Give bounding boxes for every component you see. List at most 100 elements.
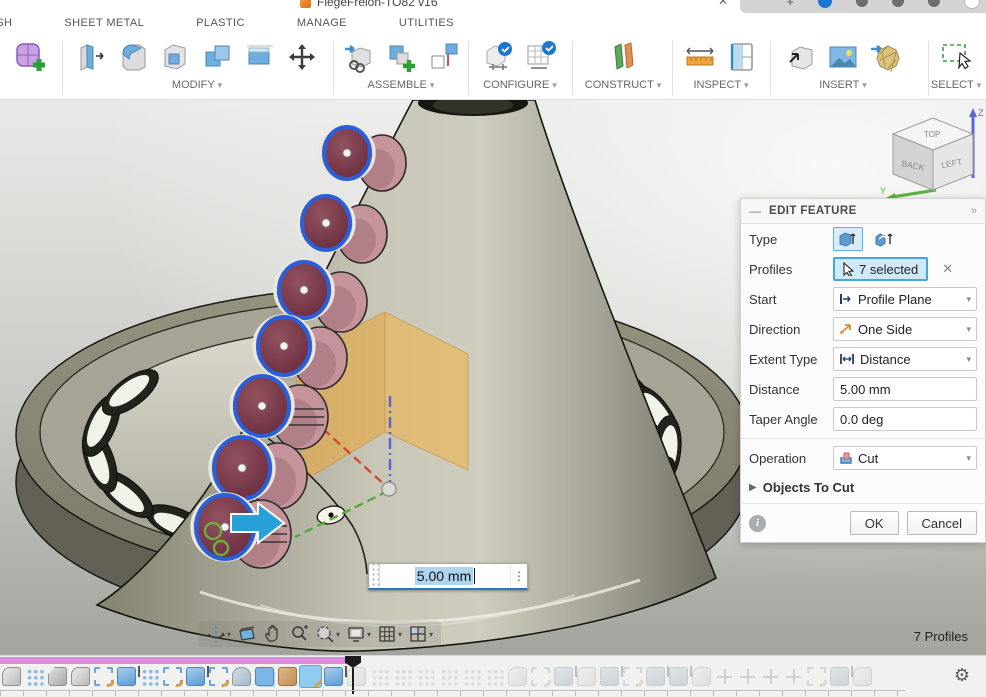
timeline-playhead[interactable] bbox=[345, 656, 361, 694]
new-tab-icon[interactable]: + bbox=[786, 0, 794, 9]
manipulator-drag-handle[interactable] bbox=[369, 564, 380, 588]
section-analysis-button[interactable] bbox=[723, 38, 761, 76]
pan-button[interactable] bbox=[261, 623, 285, 645]
job-status-icon[interactable] bbox=[818, 0, 832, 8]
timeline-feature-pattern[interactable] bbox=[370, 667, 389, 686]
timeline-feature-chamfer[interactable] bbox=[48, 667, 67, 686]
press-pull-button[interactable] bbox=[73, 38, 111, 76]
zoom-button[interactable] bbox=[287, 623, 311, 645]
timeline-feature-sketch[interactable] bbox=[163, 667, 182, 686]
manipulator-menu-icon[interactable]: ⋮ bbox=[510, 564, 527, 588]
joint-origin-button[interactable] bbox=[424, 38, 462, 76]
orbit-button[interactable]: ▾ bbox=[204, 623, 233, 645]
timeline-feature-pattern[interactable] bbox=[25, 667, 44, 686]
timeline-feature-pattern[interactable] bbox=[439, 667, 458, 686]
cancel-button[interactable]: Cancel bbox=[907, 511, 977, 535]
timeline-feature-extrude[interactable] bbox=[186, 667, 205, 686]
document-tab[interactable]: FlegeFrelon-TO82 v16 bbox=[300, 0, 438, 12]
collapse-dialog-icon[interactable]: — bbox=[749, 204, 761, 218]
insert-menu[interactable]: INSERT ▾ bbox=[776, 79, 910, 91]
taper-angle-input[interactable]: 0.0 deg bbox=[833, 407, 977, 431]
extrude-type-solid-button[interactable] bbox=[833, 227, 863, 251]
timeline-feature-fillet[interactable] bbox=[853, 667, 872, 686]
modify-menu[interactable]: MODIFY ▾ bbox=[66, 79, 328, 91]
timeline-feature-extrude[interactable] bbox=[830, 667, 849, 686]
timeline-feature-fillet[interactable] bbox=[71, 667, 90, 686]
fillet-button[interactable] bbox=[115, 38, 153, 76]
view-cube[interactable]: Z Y TOP BACK LEFT bbox=[878, 98, 986, 198]
timeline-feature-fillet[interactable] bbox=[577, 667, 596, 686]
timeline-feature-pattern[interactable] bbox=[462, 667, 481, 686]
timeline-feature-combine[interactable] bbox=[255, 667, 274, 686]
inspect-menu[interactable]: INSPECT ▾ bbox=[676, 79, 766, 91]
create-mesh-button[interactable] bbox=[11, 38, 49, 76]
close-tab-icon[interactable]: ✕ bbox=[718, 0, 728, 8]
timeline-feature-split[interactable] bbox=[278, 667, 297, 686]
insert-derive-button[interactable] bbox=[782, 38, 820, 76]
extrude-type-thin-button[interactable] bbox=[869, 227, 899, 251]
timeline-feature-fillet[interactable] bbox=[692, 667, 711, 686]
construct-menu[interactable]: CONSTRUCT ▾ bbox=[578, 79, 668, 91]
assemble-menu[interactable]: ASSEMBLE ▾ bbox=[338, 79, 464, 91]
tab-mesh[interactable]: MESH bbox=[0, 17, 38, 29]
dialog-overflow-icon[interactable]: » bbox=[971, 205, 977, 217]
construct-plane-button[interactable] bbox=[604, 38, 642, 76]
insert-component-button[interactable] bbox=[340, 38, 378, 76]
distance-input[interactable]: 5.00 mm bbox=[833, 377, 977, 401]
tab-sheet-metal[interactable]: SHEET METAL bbox=[38, 17, 170, 29]
timeline-feature-sketch[interactable] bbox=[209, 667, 228, 686]
notification-icon[interactable] bbox=[856, 0, 868, 7]
ok-button[interactable]: OK bbox=[850, 511, 899, 535]
insert-mesh-button[interactable] bbox=[866, 38, 904, 76]
timeline-settings-gear-icon[interactable]: ⚙ bbox=[954, 665, 970, 685]
tab-manage[interactable]: MANAGE bbox=[271, 17, 373, 29]
configure-menu[interactable]: CONFIGURE ▾ bbox=[474, 79, 566, 91]
timeline-feature-sweep[interactable] bbox=[232, 667, 251, 686]
timeline-feature-extrude[interactable] bbox=[324, 667, 343, 686]
timeline-feature-pattern[interactable] bbox=[416, 667, 435, 686]
profiles-selection-chip[interactable]: 7 selected bbox=[833, 257, 928, 281]
dialog-header[interactable]: — EDIT FEATURE » bbox=[741, 199, 985, 224]
timeline-feature-move[interactable] bbox=[784, 667, 803, 686]
combine-button[interactable] bbox=[199, 38, 237, 76]
info-icon[interactable]: i bbox=[749, 515, 766, 532]
insert-image-button[interactable] bbox=[824, 38, 862, 76]
timeline-feature-pattern[interactable] bbox=[140, 667, 159, 686]
timeline-feature-extrude[interactable] bbox=[554, 667, 573, 686]
timeline-feature-extrude[interactable] bbox=[117, 667, 136, 686]
measure-button[interactable] bbox=[681, 38, 719, 76]
select-menu[interactable]: SELECT ▾ bbox=[926, 79, 986, 91]
avatar[interactable] bbox=[964, 0, 980, 9]
configure-button[interactable] bbox=[480, 38, 518, 76]
timeline-feature-move[interactable] bbox=[738, 667, 757, 686]
tab-plastic[interactable]: PLASTIC bbox=[170, 17, 271, 29]
timeline-feature-sketch[interactable] bbox=[807, 667, 826, 686]
timeline-feature-pattern[interactable] bbox=[485, 667, 504, 686]
shell-button[interactable] bbox=[157, 38, 195, 76]
timeline-ruler[interactable] bbox=[0, 690, 905, 696]
timeline-feature-extrude[interactable] bbox=[600, 667, 619, 686]
timeline-feature-move[interactable] bbox=[761, 667, 780, 686]
connection-icon[interactable] bbox=[892, 0, 904, 7]
tab-utilities[interactable]: UTILITIES bbox=[373, 17, 480, 29]
configure-table-button[interactable] bbox=[522, 38, 560, 76]
move-copy-button[interactable] bbox=[283, 38, 321, 76]
viewports-button[interactable]: ▾ bbox=[406, 623, 435, 645]
timeline-feature-pattern[interactable] bbox=[393, 667, 412, 686]
start-dropdown[interactable]: Profile Plane ▾ bbox=[833, 287, 977, 311]
help-icon[interactable] bbox=[928, 0, 940, 7]
timeline-feature-move[interactable] bbox=[715, 667, 734, 686]
clear-selection-icon[interactable]: ✕ bbox=[942, 261, 953, 277]
timeline-feature-sketch[interactable] bbox=[623, 667, 642, 686]
timeline-feature-sketch[interactable] bbox=[301, 667, 320, 686]
grid-settings-button[interactable]: ▾ bbox=[375, 623, 404, 645]
new-component-button[interactable] bbox=[382, 38, 420, 76]
timeline-feature-fillet[interactable] bbox=[508, 667, 527, 686]
direction-dropdown[interactable]: One Side ▾ bbox=[833, 317, 977, 341]
timeline-feature-extrude[interactable] bbox=[669, 667, 688, 686]
extent-type-dropdown[interactable]: Distance ▾ bbox=[833, 347, 977, 371]
operation-dropdown[interactable]: Cut ▾ bbox=[833, 446, 977, 470]
manipulator-value[interactable]: 5.00 mm bbox=[415, 567, 473, 585]
timeline-feature-sketch[interactable] bbox=[531, 667, 550, 686]
objects-to-cut-expander[interactable]: ▶ Objects To Cut bbox=[741, 473, 985, 501]
